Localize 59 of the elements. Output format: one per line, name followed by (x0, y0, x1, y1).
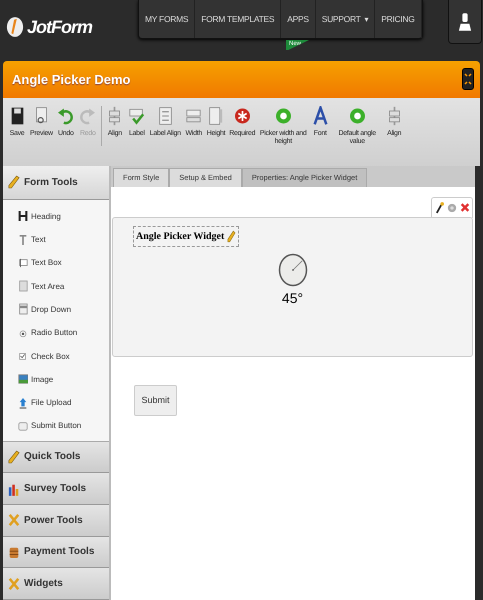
upload-icon (18, 396, 28, 409)
tools-icon (8, 513, 20, 528)
nav-link[interactable]: MY FORMS (139, 0, 196, 38)
nav-link[interactable]: SUPPORT ▾ (316, 0, 376, 38)
field-icon (18, 303, 28, 316)
fullscreen-button[interactable] (462, 68, 474, 90)
save-icon (8, 106, 26, 126)
redo-icon (79, 106, 96, 126)
tools-icon (8, 576, 20, 591)
sidebar-section[interactable]: Survey Tools (3, 473, 109, 505)
tool-item[interactable]: Text Box (3, 251, 109, 275)
wand-icon[interactable] (434, 201, 444, 214)
field-icon (18, 256, 28, 269)
nav-link[interactable]: APPS (281, 0, 316, 38)
sidebar-section[interactable]: Widgets (3, 568, 109, 600)
nav-link[interactable]: FORM TEMPLATES (195, 0, 282, 38)
tool-item[interactable]: Check Box (3, 344, 109, 368)
user-button[interactable] (448, 0, 482, 44)
angle-dial-drawing[interactable] (278, 252, 308, 287)
pencil-icon (8, 175, 20, 190)
tool-item[interactable]: Text (3, 228, 109, 252)
text-icon (18, 234, 28, 246)
font-icon (312, 106, 329, 126)
tool-item[interactable]: Text Area (3, 274, 109, 298)
pencil-icon (227, 230, 236, 243)
tool-item[interactable]: Radio Button (3, 321, 109, 344)
sidebar-section[interactable]: Quick Tools (3, 442, 109, 474)
logo-icon (6, 16, 24, 38)
greendot-icon (348, 106, 366, 126)
heading-icon (18, 210, 28, 222)
form-title: Angle Picker Demo (12, 72, 130, 87)
undo-icon (57, 106, 74, 126)
height-icon (207, 106, 224, 126)
tool-item[interactable]: Drop Down (3, 298, 109, 322)
tool-item[interactable]: Submit Button (3, 414, 109, 438)
tool-item[interactable]: File Upload (3, 391, 109, 414)
chart-icon (8, 482, 20, 496)
field-icon (18, 420, 28, 432)
sidebar-section[interactable]: Payment Tools (3, 536, 109, 568)
close-icon[interactable] (460, 202, 470, 214)
greendot-icon (274, 106, 292, 126)
question-label[interactable]: Angle Picker Widget (133, 226, 240, 247)
labelalign-icon (156, 106, 174, 126)
field-icon (18, 280, 28, 292)
nav-link[interactable]: PRICING (375, 0, 422, 38)
coins-icon (8, 544, 20, 559)
angle-value: 45° (282, 290, 304, 306)
tool-item[interactable]: Heading (3, 204, 109, 228)
sidebar-section[interactable]: Power Tools (3, 504, 109, 537)
pencil-icon (8, 450, 20, 464)
expand-icon (463, 72, 473, 86)
sidebar-section[interactable]: Form Tools (3, 166, 109, 200)
user-icon (458, 12, 472, 30)
submit-button[interactable]: Submit (134, 384, 177, 416)
required-icon (234, 106, 251, 126)
image-icon (18, 373, 28, 386)
tool-item[interactable]: Image (3, 368, 109, 392)
checkbox-icon (18, 350, 28, 362)
logo-text: JotForm (27, 16, 92, 38)
